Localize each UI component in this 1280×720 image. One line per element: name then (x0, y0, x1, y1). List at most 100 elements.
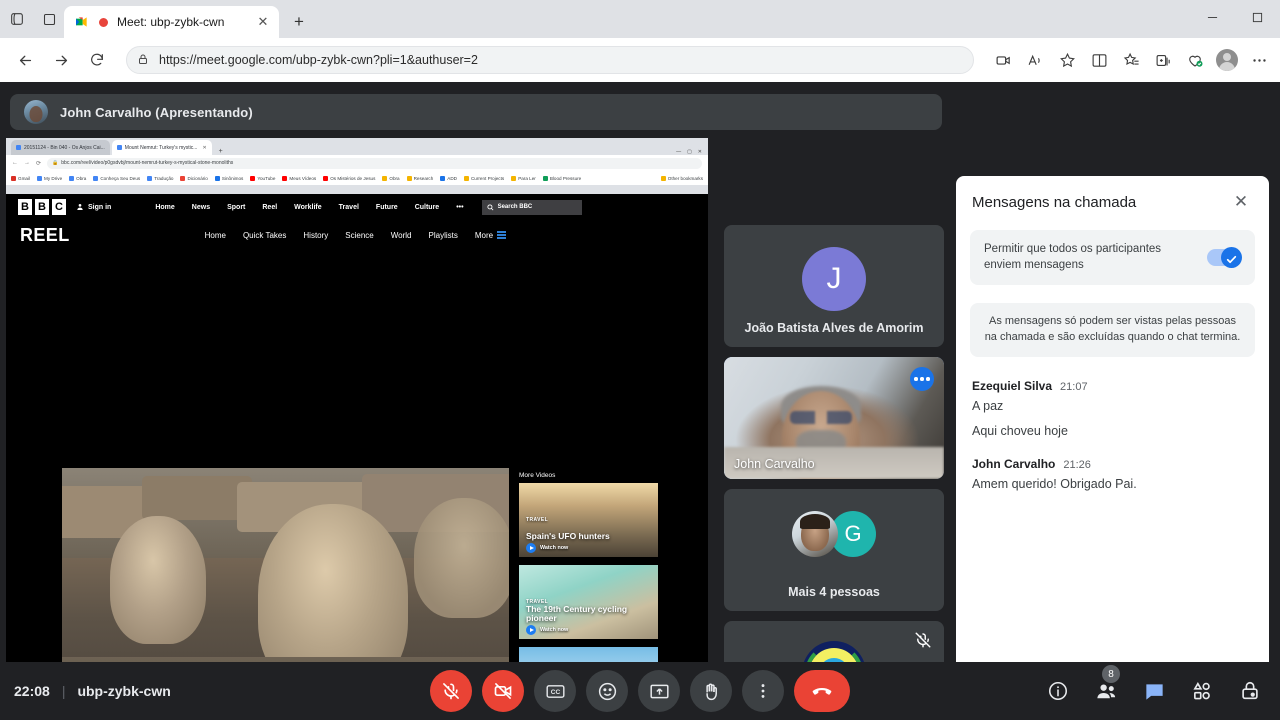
present-screen-button[interactable] (638, 670, 680, 712)
end-call-button[interactable] (794, 670, 850, 712)
participant-tile-more-people[interactable]: G Mais 4 pessoas (724, 489, 944, 611)
split-screen-icon[interactable] (1088, 49, 1110, 71)
more-video-card[interactable]: TRAVEL The 19th Century cycling pioneer … (519, 565, 658, 639)
nested-tab-favicon (116, 145, 122, 150)
tab-actions-icon[interactable] (40, 10, 58, 28)
bookmark-label: Current Projects (470, 175, 505, 181)
nested-bookmark-item[interactable]: Sinônimos (214, 175, 243, 181)
bookmark-label: Blood Pressure (549, 175, 582, 181)
reel-nav-link[interactable]: History (303, 231, 328, 240)
more-video-card[interactable]: TRAVEL Spain's UFO hunters Watch now (519, 483, 658, 557)
reactions-button[interactable] (586, 670, 628, 712)
nested-bookmark-item[interactable]: Obra (382, 175, 400, 181)
reload-button[interactable] (82, 45, 112, 75)
browser-essentials-icon[interactable] (1184, 49, 1206, 71)
nested-bookmark-item[interactable]: Os Mistérios de Jesus (323, 175, 375, 181)
nested-bookmark-item[interactable]: Dicionário (180, 175, 208, 181)
tab-close-icon[interactable]: ✕ (255, 14, 271, 30)
nested-bookmark-item[interactable]: Para Ler (511, 175, 536, 181)
bbc-nav-link[interactable]: News (192, 204, 210, 211)
nested-tab-close-icon[interactable]: ✕ (202, 145, 206, 151)
bbc-sign-in-button[interactable]: Sign in (76, 203, 111, 211)
bbc-nav-link[interactable]: Home (155, 204, 174, 211)
nested-bookmark-item[interactable]: Current Projects (463, 175, 505, 181)
forward-button[interactable] (46, 45, 76, 75)
nested-bookmark-item[interactable]: My Drive (37, 175, 62, 181)
nested-forward-icon[interactable]: → (24, 160, 30, 166)
raise-hand-button[interactable] (690, 670, 732, 712)
more-options-button[interactable] (742, 670, 784, 712)
activities-button[interactable] (1186, 675, 1218, 707)
browser-tab[interactable]: Meet: ubp-zybk-cwn ✕ (64, 6, 279, 38)
nested-bookmark-item[interactable]: Gmail (11, 175, 30, 181)
meeting-time: 22:08 (14, 683, 50, 699)
window-maximize-button[interactable] (1235, 0, 1280, 34)
favorites-list-icon[interactable] (1120, 49, 1142, 71)
watch-now-button[interactable]: Watch now (526, 543, 568, 553)
copilot-icon[interactable] (8, 10, 26, 28)
chat-message-header: John Carvalho 21:26 (972, 457, 1253, 471)
bookmark-favicon (214, 175, 220, 181)
bbc-logo[interactable]: B B C (18, 199, 66, 215)
nested-new-tab-button[interactable]: + (214, 148, 228, 155)
bbc-nav-link[interactable]: Worklife (294, 204, 322, 211)
reel-logo[interactable]: REEL (20, 225, 70, 246)
nested-bookmark-item[interactable]: ADD (440, 175, 457, 181)
nested-window-controls[interactable]: — ▢ ✕ (676, 149, 708, 155)
bbc-search-box[interactable]: Search BBC (481, 199, 582, 215)
meet-right-controls: 8 (1042, 662, 1266, 720)
participant-tile-joao[interactable]: J João Batista Alves de Amorim (724, 225, 944, 347)
back-button[interactable] (10, 45, 40, 75)
host-controls-button[interactable] (1234, 675, 1266, 707)
bbc-nav-link[interactable]: Reel (262, 204, 277, 211)
close-icon[interactable]: ✕ (1229, 190, 1253, 214)
nested-reload-icon[interactable]: ⟳ (36, 160, 41, 167)
new-tab-button[interactable]: + (285, 8, 313, 36)
participant-tile-john[interactable]: John Carvalho (724, 357, 944, 479)
meeting-details-button[interactable] (1042, 675, 1074, 707)
participants-count-badge: 8 (1102, 665, 1120, 683)
participants-button[interactable]: 8 (1090, 665, 1122, 707)
chat-message-list[interactable]: Ezequiel Silva 21:07 A paz Aqui choveu h… (956, 357, 1269, 678)
bbc-nav-link[interactable]: Sport (227, 204, 245, 211)
bbc-nav-link[interactable]: Travel (339, 204, 359, 211)
more-settings-icon[interactable] (1248, 49, 1270, 71)
chat-message-header: Ezequiel Silva 21:07 (972, 379, 1253, 393)
favorites-star-icon[interactable] (1056, 49, 1078, 71)
address-bar[interactable]: https://meet.google.com/ubp-zybk-cwn?pli… (126, 46, 974, 74)
collections-icon[interactable] (1152, 49, 1174, 71)
reel-more-button[interactable]: More (475, 231, 507, 240)
bbc-nav-link[interactable]: Future (376, 204, 398, 211)
nested-bookmark-item[interactable]: Obra (69, 175, 86, 181)
profile-avatar[interactable] (1216, 49, 1238, 71)
read-aloud-icon[interactable] (1024, 49, 1046, 71)
other-bookmarks-item[interactable]: Other bookmarks (660, 175, 703, 181)
window-minimize-button[interactable] (1190, 0, 1235, 34)
chat-button[interactable] (1138, 675, 1170, 707)
captions-button[interactable]: CC (534, 670, 576, 712)
shared-screen-stage[interactable]: 20151124 - Bin 040 - Os Anjos Cai... Mou… (6, 138, 708, 706)
nested-bookmark-item[interactable]: YouTube (250, 175, 275, 181)
reel-nav-link[interactable]: World (391, 231, 412, 240)
reel-nav-link[interactable]: Playlists (429, 231, 458, 240)
reel-nav-link[interactable]: Home (205, 231, 226, 240)
nested-tab-1[interactable]: 20151124 - Bin 040 - Os Anjos Cai... (11, 140, 110, 155)
nested-tab-2[interactable]: Mount Nemrut: Turkey's mystic... ✕ (111, 140, 212, 155)
watch-now-button[interactable]: Watch now (526, 625, 568, 635)
allow-messages-toggle[interactable] (1207, 247, 1242, 269)
nested-address-bar[interactable]: 🔒 bbc.com/reel/video/p0gsdvbj/mount-nemr… (47, 157, 702, 169)
nested-back-icon[interactable]: ← (12, 160, 18, 166)
cast-icon[interactable] (992, 49, 1014, 71)
nested-bookmark-item[interactable]: Research (406, 175, 433, 181)
tile-more-options-button[interactable] (910, 367, 934, 391)
reel-nav-link[interactable]: Quick Takes (243, 231, 286, 240)
nested-bookmark-item[interactable]: Tradução (147, 175, 173, 181)
camera-button[interactable] (482, 670, 524, 712)
nested-bookmark-item[interactable]: Blood Pressure (542, 175, 582, 181)
reel-nav-link[interactable]: Science (345, 231, 373, 240)
bbc-nav-link[interactable]: Culture (415, 204, 440, 211)
nested-bookmark-item[interactable]: Conheça Seu Deus (93, 175, 140, 181)
microphone-button[interactable] (430, 670, 472, 712)
nested-bookmark-item[interactable]: Meus Vídeos (282, 175, 316, 181)
bbc-nav-link[interactable]: ••• (456, 204, 463, 211)
